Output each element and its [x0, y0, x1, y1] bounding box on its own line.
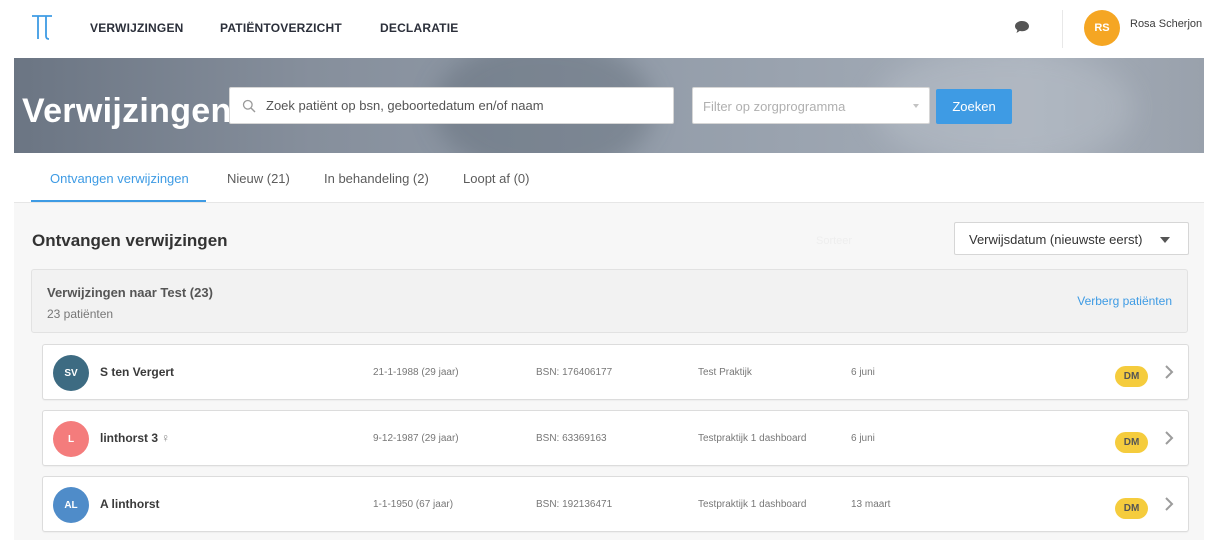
- patient-birthdate: 1-1-1950 (67 jaar): [373, 499, 454, 510]
- patient-bsn: BSN: 176406177: [536, 367, 613, 378]
- nav-divider: [1062, 10, 1063, 48]
- group-title: Verwijzingen naar Test (23): [47, 285, 213, 300]
- caret-down-icon: [1160, 237, 1170, 243]
- referral-date: 6 juni: [851, 367, 875, 378]
- patient-birthdate: 21-1-1988 (29 jaar): [373, 367, 459, 378]
- search-button[interactable]: Zoeken: [936, 89, 1012, 124]
- search-field[interactable]: [229, 87, 674, 124]
- sort-label: Sorteer: [816, 235, 853, 247]
- pi-logo-icon[interactable]: [30, 12, 54, 42]
- patient-practice: Test Praktijk: [698, 367, 752, 378]
- patient-avatar: L: [53, 421, 89, 457]
- patient-birthdate: 9-12-1987 (29 jaar): [373, 433, 459, 444]
- nav-patientoverzicht[interactable]: PATIËNTOVERZICHT: [220, 21, 342, 35]
- program-badge: DM: [1115, 432, 1148, 453]
- program-badge: DM: [1115, 366, 1148, 387]
- chevron-right-icon[interactable]: [1163, 363, 1175, 381]
- filter-placeholder: Filter op zorgprogramma: [703, 99, 846, 114]
- nav-verwijzingen[interactable]: VERWIJZINGEN: [90, 21, 184, 35]
- sort-value: Verwijsdatum (nieuwste eerst): [969, 232, 1143, 247]
- caret-down-icon: [913, 104, 919, 108]
- patient-practice: Testpraktijk 1 dashboard: [698, 433, 807, 444]
- main-content: Ontvangen verwijzingen Sorteer Verwijsda…: [14, 203, 1204, 540]
- search-input[interactable]: [266, 88, 666, 123]
- tab-nieuw[interactable]: Nieuw (21): [227, 171, 290, 186]
- section-title: Ontvangen verwijzingen: [32, 231, 228, 250]
- referral-date: 6 juni: [851, 433, 875, 444]
- sort-select[interactable]: Verwijsdatum (nieuwste eerst): [954, 222, 1189, 255]
- patient-name-text: linthorst 3: [100, 431, 159, 445]
- page-title: Verwijzingen: [22, 92, 232, 130]
- tab-loopt-af[interactable]: Loopt af (0): [463, 171, 530, 186]
- patient-row[interactable]: L linthorst 3 ♀ 9-12-1987 (29 jaar) BSN: …: [42, 410, 1189, 466]
- chat-icon[interactable]: [1014, 20, 1030, 34]
- referral-date: 13 maart: [851, 499, 891, 510]
- patient-name: linthorst 3 ♀: [100, 431, 170, 445]
- chevron-right-icon[interactable]: [1163, 429, 1175, 447]
- patient-row[interactable]: SV S ten Vergert 21-1-1988 (29 jaar) BSN…: [42, 344, 1189, 400]
- female-icon: ♀: [161, 431, 171, 445]
- hide-patients-link[interactable]: Verberg patiënten: [1077, 294, 1172, 308]
- patient-avatar: AL: [53, 487, 89, 523]
- top-navigation: VERWIJZINGEN PATIËNTOVERZICHT DECLARATIE…: [14, 0, 1204, 58]
- group-subtitle: 23 patiënten: [47, 307, 114, 321]
- patient-row[interactable]: AL A linthorst 1-1-1950 (67 jaar) BSN: 1…: [42, 476, 1189, 532]
- tab-bar: Ontvangen verwijzingen Nieuw (21) In beh…: [14, 153, 1204, 203]
- patient-bsn: BSN: 192136471: [536, 499, 613, 510]
- zorgprogramma-filter-select[interactable]: Filter op zorgprogramma: [692, 87, 930, 124]
- hero-banner: Verwijzingen Filter op zorgprogramma Zoe…: [14, 58, 1204, 153]
- tab-ontvangen-verwijzingen[interactable]: Ontvangen verwijzingen: [50, 171, 189, 186]
- patient-name-text: A linthorst: [100, 497, 160, 511]
- chevron-right-icon[interactable]: [1163, 495, 1175, 513]
- nav-declaratie[interactable]: DECLARATIE: [380, 21, 458, 35]
- user-name[interactable]: Rosa Scherjon: [1130, 18, 1202, 30]
- referral-group-header: Verwijzingen naar Test (23) 23 patiënten…: [31, 269, 1188, 333]
- user-avatar[interactable]: RS: [1084, 10, 1120, 46]
- patient-name: S ten Vergert: [100, 365, 174, 379]
- patient-avatar: SV: [53, 355, 89, 391]
- program-badge: DM: [1115, 498, 1148, 519]
- patient-name: A linthorst: [100, 497, 160, 511]
- active-tab-indicator: [31, 200, 206, 202]
- tab-in-behandeling[interactable]: In behandeling (2): [324, 171, 429, 186]
- patient-bsn: BSN: 63369163: [536, 433, 607, 444]
- patient-name-text: S ten Vergert: [100, 365, 175, 379]
- patient-practice: Testpraktijk 1 dashboard: [698, 499, 807, 510]
- search-icon: [242, 99, 256, 113]
